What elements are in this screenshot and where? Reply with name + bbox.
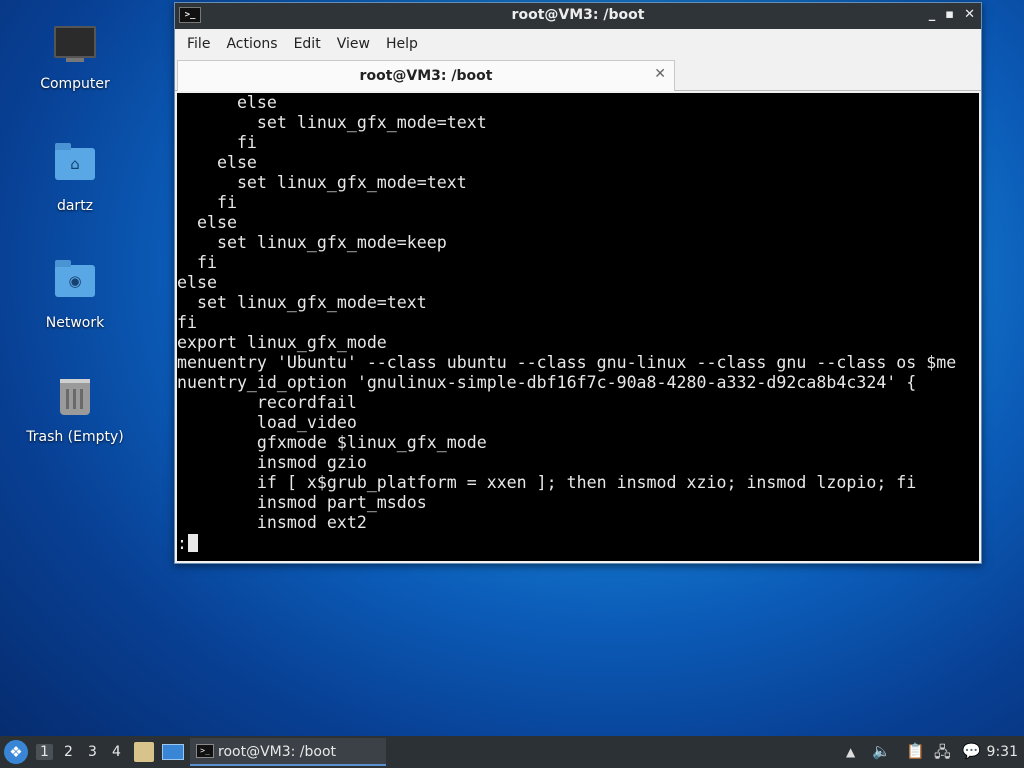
menu-help[interactable]: Help [378, 36, 426, 52]
network-icon[interactable]: 🖧 [934, 742, 951, 767]
taskbar-task-terminal[interactable]: >_ root@VM3: /boot [190, 738, 386, 766]
terminal-output[interactable]: else set linux_gfx_mode=text fi else set… [177, 93, 979, 561]
tab-terminal[interactable]: root@VM3: /boot ✕ [177, 60, 675, 91]
workspace-2[interactable]: 2 [64, 744, 73, 760]
taskbar: ❖ 1 2 3 4 >_ root@VM3: /boot ▲ 🔈 📋 🖧 💬 9… [0, 736, 1024, 768]
window-title: root@VM3: /boot [511, 7, 645, 23]
text-cursor [188, 534, 198, 552]
tab-bar: root@VM3: /boot ✕ [175, 59, 981, 91]
tray-expand-icon[interactable]: ▲ [846, 745, 855, 759]
notification-icon[interactable]: 💬 [962, 742, 981, 760]
file-manager-icon[interactable] [134, 742, 154, 762]
desktop-icon-trash[interactable]: Trash (Empty) [15, 373, 135, 445]
menu-view[interactable]: View [329, 36, 378, 52]
desktop-icon-network[interactable]: ◉ Network [15, 257, 135, 331]
menu-bar: File Actions Edit View Help [175, 29, 981, 59]
pager-prompt-text: : [177, 533, 187, 553]
workspace-3[interactable]: 3 [88, 744, 97, 760]
menu-actions[interactable]: Actions [218, 36, 285, 52]
desktop-icon-label: Computer [40, 76, 110, 92]
menu-file[interactable]: File [179, 36, 218, 52]
network-folder-icon: ◉ [53, 260, 97, 309]
workspace-1[interactable]: 1 [36, 744, 53, 760]
desktop-icon-label: dartz [56, 198, 94, 214]
tab-title: root@VM3: /boot [359, 68, 493, 84]
home-folder-icon: ⌂ [53, 143, 97, 192]
terminal-task-icon: >_ [196, 744, 214, 758]
trash-icon [53, 379, 97, 423]
tab-close-icon[interactable]: ✕ [654, 66, 666, 82]
show-desktop-icon[interactable] [162, 744, 184, 760]
workspace-4[interactable]: 4 [112, 744, 121, 760]
desktop-icon-label: Trash (Empty) [26, 429, 124, 445]
start-menu-button[interactable]: ❖ [4, 740, 28, 764]
taskbar-task-label: root@VM3: /boot [218, 744, 337, 760]
terminal-window: >_ root@VM3: /boot _ ▪ ✕ File Actions Ed… [174, 2, 982, 564]
close-button[interactable]: ✕ [964, 7, 975, 22]
volume-icon[interactable]: 🔈 [872, 742, 891, 760]
pager-prompt[interactable]: : [177, 533, 198, 553]
clipboard-icon[interactable]: 📋 [906, 742, 925, 760]
desktop-icon-label: Network [45, 315, 105, 331]
terminal-text: else set linux_gfx_mode=text fi else set… [177, 93, 957, 532]
desktop-icon-home[interactable]: ⌂ dartz [15, 140, 135, 214]
computer-icon [53, 26, 97, 70]
clock[interactable]: 9:31 [987, 744, 1018, 760]
desktop-icon-computer[interactable]: Computer [15, 22, 135, 92]
maximize-button[interactable]: ▪ [945, 7, 954, 22]
window-titlebar[interactable]: >_ root@VM3: /boot _ ▪ ✕ [175, 3, 981, 29]
menu-edit[interactable]: Edit [286, 36, 329, 52]
minimize-button[interactable]: _ [929, 7, 936, 22]
